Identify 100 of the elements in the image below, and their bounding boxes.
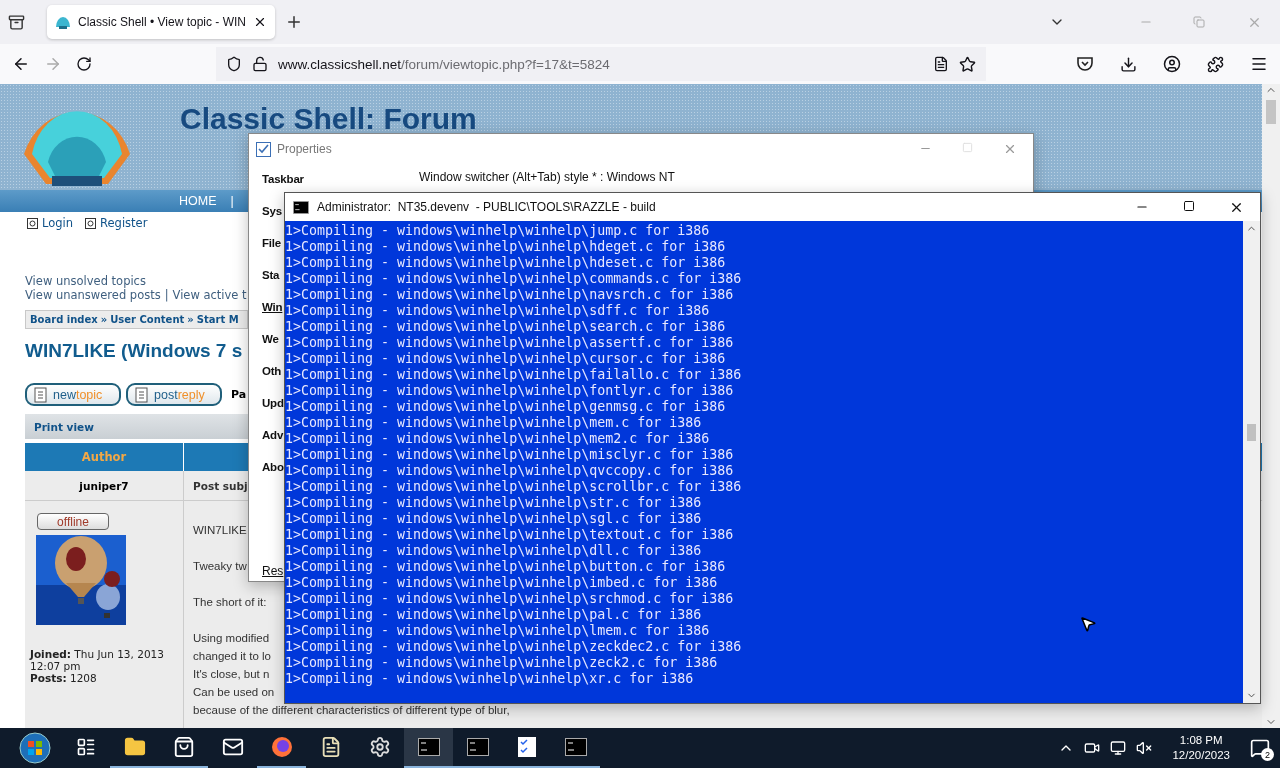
console-line: 1>Compiling - windows\winhelp\winhelp\cursor.c for i386 (285, 351, 726, 367)
post-text: because of the different characteristics of different type of blur, (193, 703, 510, 718)
extensions-icon[interactable] (1207, 55, 1224, 73)
console-line: 1>Compiling - windows\winhelp\winhelp\dll.c for i386 (285, 543, 702, 559)
console-line: 1>Compiling - windows\winhelp\winhelp\mem2.c for i386 (285, 431, 710, 447)
shopping-bag-icon (172, 736, 195, 758)
user-link-icon (85, 217, 97, 229)
console-line: 1>Compiling - windows\winhelp\winhelp\genmsg.c for i386 (285, 399, 726, 415)
forum-title: Classic Shell: Forum (180, 102, 477, 136)
menu-icon[interactable] (1250, 55, 1268, 73)
checkbox-window-icon (256, 141, 271, 157)
console-icon (564, 738, 587, 756)
user-link[interactable]: Login (27, 216, 74, 230)
settings-section-tab[interactable]: Upd (262, 396, 284, 411)
breadcrumb-link[interactable]: Board index (30, 314, 98, 325)
console-line: 1>Compiling - windows\winhelp\winhelp\hdeget.c for i386 (285, 239, 726, 255)
nav-separator: | (230, 194, 234, 208)
post-text: changed it to lo (193, 649, 271, 664)
console-line: 1>Compiling - windows\winhelp\winhelp\pal.c for i386 (285, 607, 702, 623)
console-icon (293, 200, 309, 214)
console-line: 1>Compiling - windows\winhelp\winhelp\navsrch.c for i386 (285, 287, 734, 303)
settings-section-tab[interactable]: File (262, 236, 281, 251)
taskbar-app[interactable] (404, 728, 453, 768)
settings-section-tab[interactable]: Win (262, 300, 283, 315)
settings-section-tab[interactable]: We (262, 332, 279, 347)
window-title: Properties (277, 142, 332, 156)
post-text: WIN7LIKE (193, 523, 247, 538)
camera-icon[interactable] (1084, 740, 1101, 756)
console-line: 1>Compiling - windows\winhelp\winhelp\zeck2.c for i386 (285, 655, 718, 671)
joined-text: Joined: Thu Jun 13, 2013 12:07 pm (30, 648, 165, 672)
settings-section-tab[interactable]: Abo (262, 460, 284, 475)
quick-link[interactable]: View active t (172, 288, 247, 302)
shield-icon (226, 56, 242, 72)
mouse-pointer-icon (1079, 615, 1097, 633)
console-line: 1>Compiling - windows\winhelp\winhelp\str.c for i386 (285, 495, 702, 511)
pocket-icon[interactable] (1076, 56, 1094, 72)
console-line: 1>Compiling - windows\winhelp\winhelp\commands.c for i386 (285, 271, 742, 287)
post-text: Using modified (193, 631, 270, 646)
console-line: 1>Compiling - windows\winhelp\winhelp\sgl.c for i386 (285, 511, 702, 527)
clock[interactable]: 1:08 PM 12/20/2023 (1172, 733, 1230, 763)
console-line: 1>Compiling - windows\winhelp\winhelp\zeckdec2.c for i386 (285, 639, 742, 655)
network-icon[interactable] (1110, 740, 1127, 756)
status-badge: offline (37, 513, 109, 530)
task-view-icon (75, 737, 96, 757)
fox-globe-icon (270, 736, 293, 758)
console-line: 1>Compiling - windows\winhelp\winhelp\srchmod.c for i386 (285, 591, 734, 607)
forum-button[interactable]: newtopic (25, 383, 121, 406)
account-icon[interactable] (1163, 55, 1181, 73)
reload-icon[interactable] (76, 56, 92, 72)
scroll-thumb[interactable] (1266, 100, 1276, 124)
print-view-link[interactable]: Print view (25, 414, 248, 439)
console-line: 1>Compiling - windows\winhelp\winhelp\scrollbr.c for i386 (285, 479, 742, 495)
checklist-icon (516, 736, 537, 758)
settings-section-tab[interactable]: Adv (262, 428, 284, 443)
console-scrollbar[interactable] (1243, 221, 1260, 703)
console-line: 1>Compiling - windows\winhelp\winhelp\imbed.c for i386 (285, 575, 718, 591)
start-button-icon[interactable] (19, 732, 51, 764)
address-field[interactable]: www.classicshell.net/forum/viewtopic.php?f=17&t=5824 (216, 47, 986, 81)
settings-section-tab[interactable]: Oth (262, 364, 282, 379)
console-line: 1>Compiling - windows\winhelp\winhelp\button.c for i386 (285, 559, 726, 575)
post-subject: Post subj (193, 479, 248, 492)
document-icon (134, 386, 150, 403)
console-icon (466, 738, 489, 756)
console-line: 1>Compiling - windows\winhelp\winhelp\jump.c for i386 (285, 223, 710, 239)
quick-link[interactable]: View unsolved topics (25, 274, 146, 288)
pagination-text: Pa (231, 388, 247, 401)
settings-section-tab[interactable]: Sta (262, 268, 280, 283)
back-icon[interactable] (12, 55, 30, 73)
console-line: 1>Compiling - windows\winhelp\winhelp\misclyr.c for i386 (285, 447, 734, 463)
forum-button[interactable]: postreply (126, 383, 222, 406)
volume-muted-icon[interactable] (1136, 740, 1153, 756)
scroll-thumb[interactable] (1247, 424, 1256, 441)
tab-list-icon[interactable] (8, 13, 25, 31)
bookmark-star-icon[interactable] (959, 55, 976, 73)
gear-icon (368, 736, 391, 758)
breadcrumb-separator: » (100, 314, 108, 325)
settings-section-tab[interactable]: Sys (262, 204, 282, 219)
console-line: 1>Compiling - windows\winhelp\winhelp\fontlyr.c for i386 (285, 383, 734, 399)
settings-section-tab[interactable]: Taskbar (262, 172, 304, 187)
shell-icon (55, 15, 71, 29)
page-scrollbar[interactable] (1262, 84, 1280, 728)
quick-link[interactable]: View unanswered posts (25, 288, 161, 302)
user-link[interactable]: Register (85, 216, 148, 230)
notification-count: 2 (1261, 748, 1274, 761)
breadcrumb-link[interactable]: User Content (110, 314, 185, 325)
breadcrumb-link[interactable]: Start M (196, 314, 239, 325)
browser-tab[interactable]: Classic Shell • View topic - WIN (47, 5, 276, 39)
console-line: 1>Compiling - windows\winhelp\winhelp\textout.c for i386 (285, 527, 734, 543)
posts-count: Posts: 1208 (30, 672, 98, 684)
post-text: Can be used on (193, 685, 275, 700)
reset-link[interactable]: Res (262, 564, 284, 578)
window-title: Administrator: NT35.devenv - PUBLIC\TOOLS\RAZZLE - build (317, 200, 656, 214)
topic-title: WIN7LIKE (Windows 7 s (25, 340, 243, 362)
download-icon[interactable] (1120, 55, 1137, 73)
maximize-icon[interactable] (1183, 199, 1195, 212)
console-icon (417, 738, 440, 756)
reader-view-icon[interactable] (933, 56, 949, 72)
console-line: 1>Compiling - windows\winhelp\winhelp\assertf.c for i386 (285, 335, 734, 351)
console-line: 1>Compiling - windows\winhelp\winhelp\qvccopy.c for i386 (285, 463, 734, 479)
nav-link[interactable]: HOME (179, 194, 217, 208)
